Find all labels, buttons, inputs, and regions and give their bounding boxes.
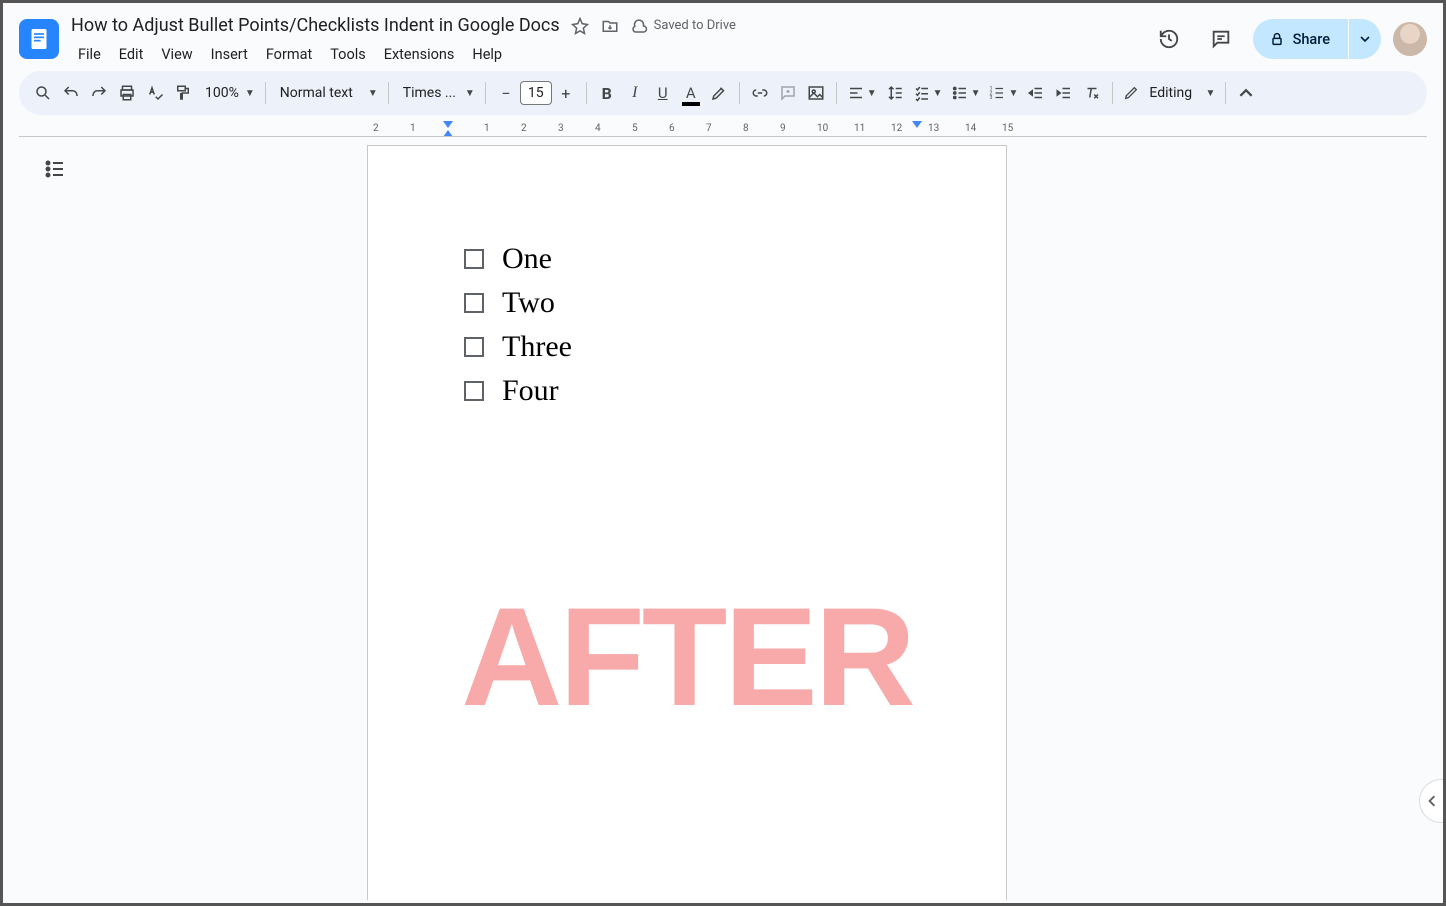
indent-marker-first-line[interactable] bbox=[443, 121, 453, 128]
ruler-tick: 11 bbox=[854, 123, 865, 134]
ruler-tick: 14 bbox=[965, 123, 976, 134]
watermark-text: AFTER bbox=[461, 576, 913, 738]
ruler-tick: 5 bbox=[632, 123, 638, 134]
insert-link-icon[interactable] bbox=[746, 78, 774, 108]
ruler-tick: 13 bbox=[928, 123, 939, 134]
document-page[interactable]: One Two Three Four AFTER bbox=[367, 145, 1007, 900]
indent-marker-right[interactable] bbox=[912, 121, 922, 128]
ruler-tick: 7 bbox=[706, 123, 712, 134]
ruler-tick: 12 bbox=[891, 123, 902, 134]
editing-mode-select[interactable]: Editing ▼ bbox=[1119, 78, 1219, 108]
paragraph-style-select[interactable]: Normal text▼ bbox=[272, 78, 382, 108]
redo-icon[interactable] bbox=[85, 78, 113, 108]
bulleted-list-icon[interactable]: ▼ bbox=[947, 78, 985, 108]
ruler[interactable]: 21123456789101112131415 bbox=[19, 121, 1427, 137]
save-status: Saved to Drive bbox=[630, 17, 736, 35]
history-icon[interactable] bbox=[1149, 19, 1189, 59]
avatar[interactable] bbox=[1393, 22, 1427, 56]
ruler-tick: 6 bbox=[669, 123, 675, 134]
ruler-tick: 2 bbox=[521, 123, 527, 134]
checkbox-icon[interactable] bbox=[464, 293, 484, 313]
document-outline-icon[interactable] bbox=[43, 157, 71, 185]
share-dropdown[interactable] bbox=[1349, 19, 1381, 59]
checklist-item[interactable]: Three bbox=[464, 330, 910, 364]
share-button[interactable]: Share bbox=[1253, 19, 1348, 59]
menu-help[interactable]: Help bbox=[465, 42, 509, 67]
document-title[interactable]: How to Adjust Bullet Points/Checklists I… bbox=[71, 15, 560, 36]
bold-icon[interactable]: B bbox=[593, 78, 621, 108]
insert-image-icon[interactable] bbox=[802, 78, 830, 108]
clear-formatting-icon[interactable] bbox=[1078, 78, 1106, 108]
ruler-tick: 9 bbox=[780, 123, 786, 134]
add-comment-icon[interactable] bbox=[774, 78, 802, 108]
comments-icon[interactable] bbox=[1201, 19, 1241, 59]
lock-icon bbox=[1269, 31, 1285, 47]
svg-text:3: 3 bbox=[990, 95, 993, 101]
ruler-tick: 10 bbox=[817, 123, 828, 134]
move-icon[interactable] bbox=[600, 16, 620, 36]
ruler-tick: 3 bbox=[558, 123, 564, 134]
star-icon[interactable] bbox=[570, 16, 590, 36]
underline-icon[interactable]: U bbox=[649, 78, 677, 108]
checklist-item-text[interactable]: Four bbox=[502, 374, 559, 408]
italic-icon[interactable]: I bbox=[621, 78, 649, 108]
numbered-list-icon[interactable]: 123▼ bbox=[984, 78, 1022, 108]
search-menus-icon[interactable] bbox=[29, 78, 57, 108]
checkbox-icon[interactable] bbox=[464, 337, 484, 357]
menu-view[interactable]: View bbox=[154, 42, 199, 67]
ruler-tick: 4 bbox=[595, 123, 601, 134]
menu-tools[interactable]: Tools bbox=[323, 42, 373, 67]
paint-format-icon[interactable] bbox=[169, 78, 197, 108]
checklist-item-text[interactable]: One bbox=[502, 242, 552, 276]
checkbox-icon[interactable] bbox=[464, 381, 484, 401]
menu-format[interactable]: Format bbox=[259, 42, 319, 67]
font-select[interactable]: Times ...▼ bbox=[395, 78, 479, 108]
line-spacing-icon[interactable] bbox=[881, 78, 909, 108]
increase-indent-icon[interactable] bbox=[1050, 78, 1078, 108]
menu-file[interactable]: File bbox=[71, 42, 108, 67]
text-color-icon[interactable]: A bbox=[677, 78, 705, 108]
toolbar: 100%▼ Normal text▼ Times ...▼ − 15 + B I… bbox=[19, 71, 1427, 115]
decrease-indent-icon[interactable] bbox=[1022, 78, 1050, 108]
menu-bar: File Edit View Insert Format Tools Exten… bbox=[71, 42, 1149, 67]
indent-marker-left[interactable] bbox=[443, 130, 453, 137]
ruler-tick: 2 bbox=[373, 123, 379, 134]
docs-logo[interactable] bbox=[19, 19, 59, 59]
checklist-item[interactable]: One bbox=[464, 242, 910, 276]
menu-extensions[interactable]: Extensions bbox=[377, 42, 462, 67]
zoom-select[interactable]: 100%▼ bbox=[197, 78, 259, 108]
increase-font-icon[interactable]: + bbox=[552, 78, 580, 108]
checklist-item-text[interactable]: Two bbox=[502, 286, 555, 320]
pencil-icon bbox=[1123, 85, 1139, 101]
ruler-tick: 15 bbox=[1002, 123, 1013, 134]
checklist-item-text[interactable]: Three bbox=[502, 330, 572, 364]
checkbox-icon[interactable] bbox=[464, 249, 484, 269]
font-size-input[interactable]: 15 bbox=[520, 81, 552, 105]
undo-icon[interactable] bbox=[57, 78, 85, 108]
menu-insert[interactable]: Insert bbox=[204, 42, 255, 67]
ruler-tick: 1 bbox=[484, 123, 490, 134]
collapse-toolbar-icon[interactable] bbox=[1232, 78, 1260, 108]
checklist-icon[interactable]: ▼ bbox=[909, 78, 947, 108]
checklist-item[interactable]: Four bbox=[464, 374, 910, 408]
menu-edit[interactable]: Edit bbox=[112, 42, 151, 67]
align-icon[interactable]: ▼ bbox=[843, 78, 881, 108]
ruler-tick: 1 bbox=[410, 123, 416, 134]
spellcheck-icon[interactable] bbox=[141, 78, 169, 108]
decrease-font-icon[interactable]: − bbox=[492, 78, 520, 108]
checklist-item[interactable]: Two bbox=[464, 286, 910, 320]
highlight-icon[interactable] bbox=[705, 78, 733, 108]
ruler-tick: 8 bbox=[743, 123, 749, 134]
print-icon[interactable] bbox=[113, 78, 141, 108]
